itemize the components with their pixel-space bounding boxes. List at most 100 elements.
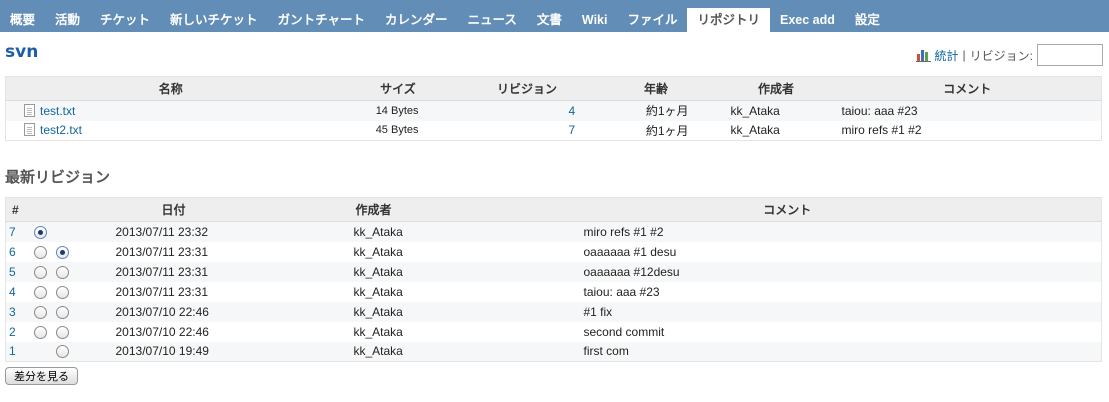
- entry-revision-link[interactable]: 7: [569, 123, 576, 137]
- revision-row: 5 2013/07/11 23:31 kk_Ataka oaaaaaa #12desu: [5, 261, 1102, 282]
- revision-radio[interactable]: [56, 305, 69, 319]
- entry-file-link[interactable]: test2.txt: [40, 123, 82, 137]
- col-comment[interactable]: コメント: [833, 76, 1102, 101]
- menu-tab-link[interactable]: リポジトリ: [687, 8, 770, 32]
- entry-size: 14 Bytes: [335, 100, 461, 121]
- revision-author: kk_Ataka: [273, 301, 474, 322]
- revision-link[interactable]: 2: [9, 325, 16, 339]
- menu-tab-link[interactable]: 活動: [45, 0, 90, 32]
- latest-revisions-title: 最新リビジョン: [5, 169, 111, 186]
- revision-row: 4 2013/07/11 23:31 kk_Ataka taiou: aaa #23: [5, 281, 1102, 302]
- menu-tabs: 概要 活動 チケット 新しいチケット ガントチャート カレンダー ニュース 文書 Wiki ファイ…: [0, 0, 1109, 32]
- menu-tab-link[interactable]: 文書: [527, 0, 572, 32]
- entry-file-link[interactable]: test.txt: [40, 104, 75, 118]
- repository-toolbar: 統計 | リビジョン:: [915, 44, 1103, 66]
- col-date: 日付: [73, 197, 274, 222]
- revision-link[interactable]: 4: [9, 285, 16, 299]
- radio-from-cell: [29, 241, 52, 262]
- revision-num-cell: 5: [5, 261, 30, 282]
- menu-tab: リポジトリ: [687, 8, 770, 40]
- menu-tab: 概要: [0, 0, 45, 32]
- col-age[interactable]: 年齢: [593, 76, 719, 101]
- entry-name-cell: test2.txt: [5, 120, 336, 141]
- menu-tab-link[interactable]: Wiki: [572, 0, 618, 32]
- revision-row: 2 2013/07/10 22:46 kk_Ataka second commit: [5, 321, 1102, 342]
- radio-to-cell: [51, 341, 74, 362]
- revision-comment: taiou: aaa #23: [473, 281, 1102, 302]
- col-rev-comment: コメント: [473, 197, 1102, 222]
- menu-tab-link[interactable]: カレンダー: [375, 0, 458, 32]
- radio-to-cell: [51, 241, 74, 262]
- revision-input[interactable]: [1037, 44, 1103, 66]
- revision-row: 3 2013/07/10 22:46 kk_Ataka #1 fix: [5, 301, 1102, 322]
- revision-radio[interactable]: [34, 325, 47, 339]
- revision-date: 2013/07/11 23:31: [73, 261, 274, 282]
- menu-tab: Exec add: [770, 0, 845, 32]
- menu-tab: ガントチャート: [268, 0, 375, 32]
- revision-link[interactable]: 3: [9, 305, 16, 319]
- entry-revision-cell: 4: [460, 100, 594, 121]
- menu-tab-link[interactable]: 概要: [0, 0, 45, 32]
- revision-num-cell: 2: [5, 321, 30, 342]
- view-diff-button[interactable]: 差分を見る: [5, 367, 78, 385]
- page-title: svn: [5, 42, 39, 62]
- revision-radio[interactable]: [56, 325, 69, 339]
- entries-header-row: 名称 サイズ リビジョン 年齢 作成者 コメント: [5, 76, 1102, 101]
- revision-num-cell: 7: [5, 221, 30, 242]
- menu-tab-link[interactable]: 新しいチケット: [160, 0, 268, 32]
- menu-tab: ニュース: [457, 0, 526, 32]
- revision-radio[interactable]: [56, 285, 69, 299]
- revision-radio[interactable]: [34, 285, 47, 299]
- revision-date: 2013/07/11 23:31: [73, 241, 274, 262]
- revision-radio[interactable]: [34, 305, 47, 319]
- entry-age: 約1ヶ月: [593, 120, 719, 141]
- revision-author: kk_Ataka: [273, 341, 474, 362]
- entry-row: test.txt 14 Bytes 4 約1ヶ月 kk_Ataka taiou: aaa …: [5, 100, 1102, 121]
- radio-to-cell: [51, 321, 74, 342]
- revision-date: 2013/07/10 19:49: [73, 341, 274, 362]
- revision-author: kk_Ataka: [273, 261, 474, 282]
- entry-comment: miro refs #1 #2: [833, 120, 1102, 141]
- menu-tab-link[interactable]: 設定: [845, 0, 890, 32]
- revision-link[interactable]: 5: [9, 265, 16, 279]
- col-author[interactable]: 作成者: [718, 76, 834, 101]
- revision-radio[interactable]: [56, 245, 69, 259]
- revision-link[interactable]: 6: [9, 245, 16, 259]
- menu-tab: チケット: [90, 0, 160, 32]
- revision-radio[interactable]: [34, 265, 47, 279]
- col-name[interactable]: 名称: [5, 76, 336, 101]
- revision-comment: second commit: [473, 321, 1102, 342]
- revision-link[interactable]: 1: [9, 344, 16, 358]
- revision-num-cell: 6: [5, 241, 30, 262]
- entry-revision-link[interactable]: 4: [569, 104, 576, 118]
- revision-radio[interactable]: [56, 265, 69, 279]
- menu-tab-link[interactable]: Exec add: [770, 0, 845, 32]
- radio-from-cell: [29, 341, 52, 362]
- menu-tab-link[interactable]: ニュース: [457, 0, 526, 32]
- col-revision[interactable]: リビジョン: [460, 76, 594, 101]
- revision-num-cell: 3: [5, 301, 30, 322]
- revision-label: リビジョン:: [969, 48, 1033, 63]
- menu-tab-link[interactable]: ガントチャート: [268, 0, 375, 32]
- revision-radio[interactable]: [34, 245, 47, 259]
- revision-radio[interactable]: [34, 225, 47, 239]
- revision-date: 2013/07/10 22:46: [73, 321, 274, 342]
- main-menu: 概要 活動 チケット 新しいチケット ガントチャート カレンダー ニュース 文書 Wiki ファイ…: [0, 0, 1109, 32]
- menu-tab-link[interactable]: チケット: [90, 0, 160, 32]
- menu-tab: カレンダー: [375, 0, 458, 32]
- stats-link[interactable]: 統計: [935, 47, 959, 64]
- revision-radio[interactable]: [56, 345, 69, 359]
- entry-author: kk_Ataka: [718, 100, 834, 121]
- revision-num-cell: 1: [5, 341, 30, 362]
- revision-comment: oaaaaaa #1 desu: [473, 241, 1102, 262]
- revision-link[interactable]: 7: [9, 225, 16, 239]
- text-file-icon: [24, 103, 35, 117]
- col-size[interactable]: サイズ: [335, 76, 461, 101]
- entry-row: test2.txt 45 Bytes 7 約1ヶ月 kk_Ataka miro refs …: [5, 120, 1102, 141]
- menu-tab-link[interactable]: ファイル: [617, 0, 687, 32]
- entry-comment: taiou: aaa #23: [833, 100, 1102, 121]
- menu-tab: 活動: [45, 0, 90, 32]
- col-radio-2: [51, 197, 74, 222]
- menu-tab: ファイル: [617, 0, 687, 32]
- radio-from-cell: [29, 301, 52, 322]
